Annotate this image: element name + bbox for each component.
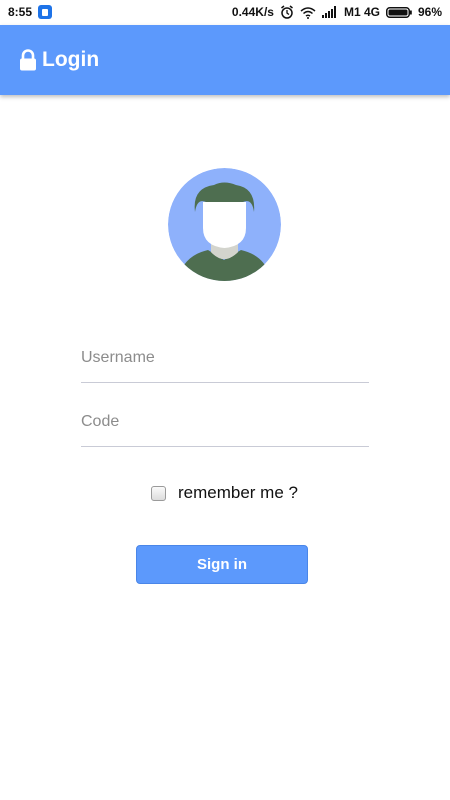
carrier-label: M1 4G xyxy=(343,5,380,19)
lock-icon xyxy=(20,49,36,71)
username-field-container xyxy=(81,342,369,383)
app-notification-icon xyxy=(38,5,53,19)
wifi-icon xyxy=(300,6,316,19)
status-bar: 8:55 0.44K/s M1 4G 96% xyxy=(0,0,450,25)
sign-in-button[interactable]: Sign in xyxy=(136,545,308,584)
battery-percent: 96% xyxy=(417,5,442,19)
status-time: 8:55 xyxy=(8,5,33,19)
app-title: Login xyxy=(42,48,100,71)
code-field-container xyxy=(81,406,369,447)
alarm-icon xyxy=(280,5,293,19)
app-bar: Login xyxy=(0,25,450,95)
remember-me-label[interactable]: remember me ? xyxy=(178,483,298,503)
remember-me-checkbox[interactable] xyxy=(151,485,166,501)
code-input[interactable] xyxy=(81,406,369,438)
status-left: 8:55 xyxy=(8,5,53,19)
battery-icon xyxy=(385,6,412,18)
user-avatar-icon xyxy=(168,168,281,281)
status-right: 0.44K/s M1 4G 96% xyxy=(232,5,442,19)
network-speed: 0.44K/s xyxy=(231,5,274,19)
remember-me-row: remember me ? xyxy=(151,483,298,503)
username-input[interactable] xyxy=(81,342,369,374)
signal-icon xyxy=(321,6,336,18)
